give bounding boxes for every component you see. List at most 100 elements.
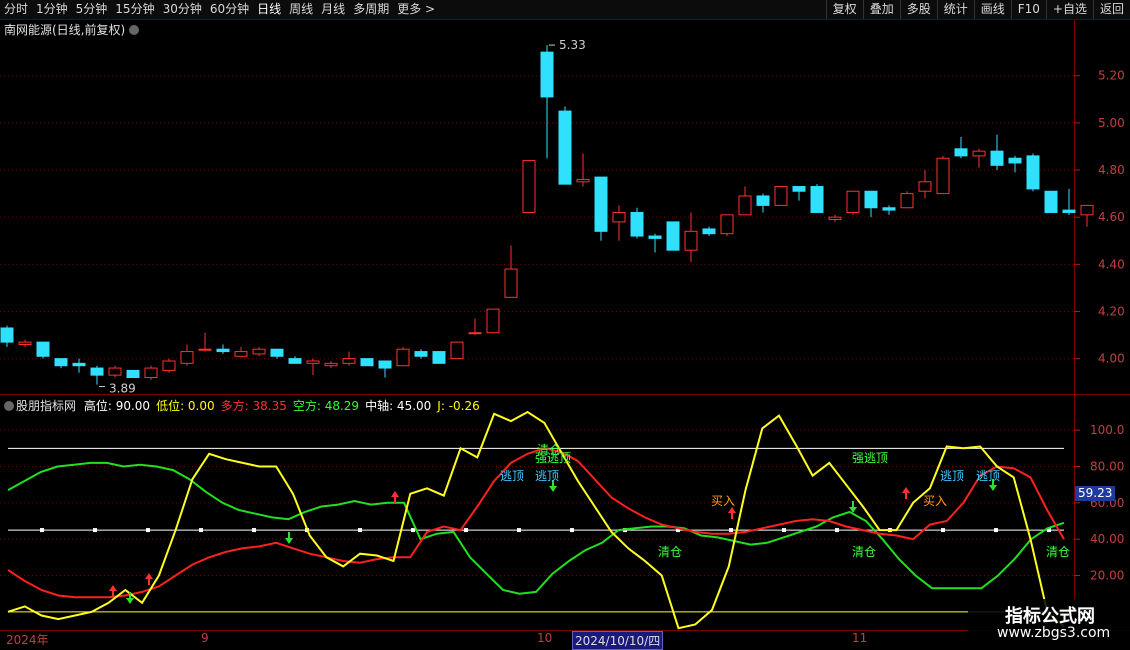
candle-body xyxy=(522,160,536,213)
mid-dot xyxy=(464,528,468,533)
candle-body xyxy=(378,360,392,369)
candle-body xyxy=(540,51,554,98)
indicator-axis-label: 40.00 xyxy=(1090,532,1124,546)
mid-dot xyxy=(146,528,150,533)
price-axis-label: 5.20 xyxy=(1098,69,1125,83)
candle-body xyxy=(918,181,932,192)
current-value-badge: 59.23 xyxy=(1075,486,1116,501)
signal-annotation: 清仓 xyxy=(537,443,561,457)
candle-body xyxy=(1044,190,1058,213)
signal-annotation: 逃顶 xyxy=(535,469,559,483)
date-label: 2024年 xyxy=(6,633,49,647)
mid-dot xyxy=(93,528,97,533)
candle-body xyxy=(504,268,518,298)
candle-body xyxy=(0,327,14,343)
mid-dot xyxy=(941,528,945,533)
candle-body xyxy=(468,332,482,335)
price-axis-label: 4.00 xyxy=(1098,352,1125,366)
candle-body xyxy=(486,308,500,334)
candle-body xyxy=(612,211,626,223)
mid-dot xyxy=(570,528,574,533)
candle-body xyxy=(450,341,464,360)
candle-body xyxy=(54,358,68,367)
indicator-axis-label: 100.0 xyxy=(1090,423,1124,437)
candle-body xyxy=(360,358,374,367)
date-label: 10 xyxy=(537,631,553,645)
candle-body xyxy=(828,216,842,221)
signal-annotation: 买入 xyxy=(923,494,947,508)
candle-body xyxy=(216,348,230,353)
candle-body xyxy=(810,186,824,213)
candle-body xyxy=(756,195,770,206)
candle-body xyxy=(720,214,734,235)
watermark-url: www.zbgs3.com xyxy=(997,625,1111,641)
candle-body xyxy=(180,351,194,364)
price-axis-label: 4.60 xyxy=(1098,210,1125,224)
signal-annotation: 逃顶 xyxy=(500,469,524,483)
candle-body xyxy=(1062,209,1076,213)
candle-body xyxy=(900,193,914,209)
candle-body xyxy=(594,176,608,232)
indicator-axis-label: 80.00 xyxy=(1090,460,1124,474)
signal-annotation: 强逃顶 xyxy=(852,451,888,465)
mid-dot xyxy=(199,528,203,533)
j-line xyxy=(7,410,1065,630)
candle-body xyxy=(432,351,446,364)
price-axis-label: 4.40 xyxy=(1098,257,1125,271)
candle-body xyxy=(324,362,338,367)
price-axis-label: 4.20 xyxy=(1098,304,1125,318)
candle-body xyxy=(252,348,266,355)
mid-dot xyxy=(358,528,362,533)
candle-body xyxy=(576,178,590,183)
up-arrow-icon xyxy=(109,585,117,597)
candle-body xyxy=(936,157,950,195)
candle-body xyxy=(666,221,680,251)
mid-dot xyxy=(252,528,256,533)
candle-body xyxy=(288,358,302,364)
candle-body xyxy=(792,186,806,192)
candle-body xyxy=(144,367,158,378)
candle-body xyxy=(648,235,662,239)
candle-body xyxy=(846,190,860,213)
low-price-label: 3.89 xyxy=(109,382,136,396)
signal-annotation: 清仓 xyxy=(1046,545,1070,559)
signal-annotation: 买入 xyxy=(711,494,735,508)
mid-dot xyxy=(994,528,998,533)
date-label: 11 xyxy=(852,631,868,645)
mid-dot xyxy=(835,528,839,533)
candle-body xyxy=(684,230,698,251)
mid-dot xyxy=(40,528,44,533)
indicator-axis-label: 20.00 xyxy=(1090,569,1124,583)
date-axis: 2024年 9 10 11 2024/10/10/四 xyxy=(0,631,1074,650)
price-axis-label: 5.00 xyxy=(1098,116,1125,130)
candle-body xyxy=(774,186,788,206)
candle-body xyxy=(1026,155,1040,190)
signal-annotation: 清仓 xyxy=(852,545,876,559)
candle-body xyxy=(36,341,50,357)
candle-body xyxy=(270,348,284,357)
candle-body xyxy=(18,341,32,345)
up-arrow-icon xyxy=(391,491,399,503)
mid-dot xyxy=(517,528,521,533)
mid-dot xyxy=(411,528,415,533)
selected-date: 2024/10/10/四 xyxy=(572,631,664,650)
price-axis-label: 4.80 xyxy=(1098,163,1125,177)
candle-body xyxy=(198,348,212,351)
candle-body xyxy=(108,367,122,376)
candle-body xyxy=(90,367,104,376)
candle-body xyxy=(882,207,896,211)
candle-body xyxy=(396,348,410,367)
up-arrow-icon xyxy=(902,487,910,499)
up-arrow-icon xyxy=(728,507,736,519)
candle-body xyxy=(990,150,1004,166)
signal-annotation: 清仓 xyxy=(658,545,682,559)
high-price-label: 5.33 xyxy=(559,38,586,52)
candle-body xyxy=(1080,204,1094,216)
candle-body xyxy=(342,358,356,364)
candle-body xyxy=(162,360,176,371)
signal-annotation: 逃顶 xyxy=(976,469,1000,483)
candle-body xyxy=(1008,157,1022,164)
candle-body xyxy=(702,228,716,235)
candle-body xyxy=(864,190,878,209)
candle-body xyxy=(72,362,86,367)
